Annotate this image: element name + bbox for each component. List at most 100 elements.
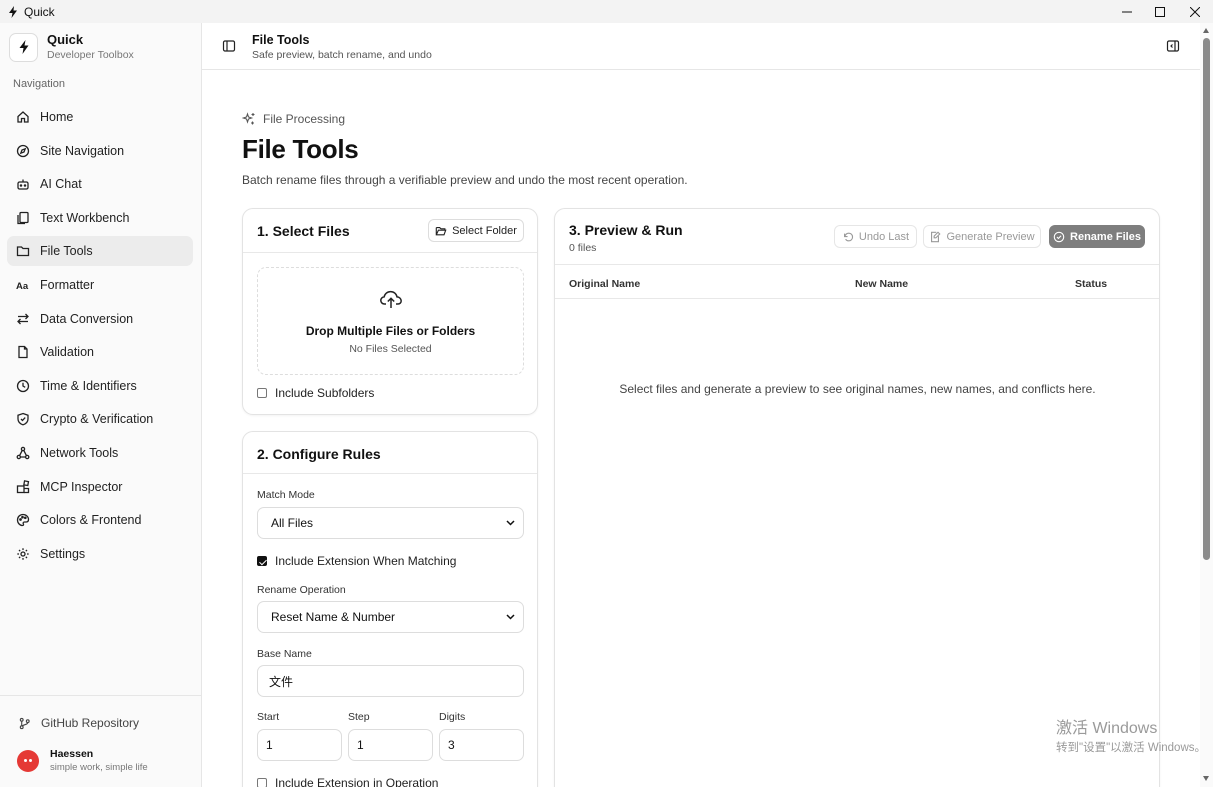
watermark-line-1: 激活 Windows xyxy=(1056,720,1158,737)
sidebar-item-file-tools[interactable]: File Tools xyxy=(7,236,193,267)
sidebar-item-label: File Tools xyxy=(40,244,93,259)
select-files-card: 1. Select Files Select Folder Drop Multi… xyxy=(242,208,538,415)
sidebar-item-time-identifiers[interactable]: Time & Identifiers xyxy=(7,371,193,401)
sidebar-item-text-workbench[interactable]: Text Workbench xyxy=(7,203,193,233)
undo-icon xyxy=(843,232,854,241)
include-extension-matching-checkbox[interactable]: Include Extension When Matching xyxy=(257,554,456,568)
step-value: 1 xyxy=(357,738,364,752)
sidebar-item-label: Site Navigation xyxy=(40,143,125,158)
step-label: Step xyxy=(348,711,370,723)
step-input[interactable]: 1 xyxy=(348,729,433,761)
sidebar-item-label: Settings xyxy=(40,546,86,561)
card-header: 1. Select Files Select Folder xyxy=(243,209,537,253)
checkbox-box[interactable] xyxy=(257,388,267,398)
rename-operation-value: Reset Name & Number xyxy=(271,610,396,624)
checkbox-label: Include Extension in Operation xyxy=(275,776,439,787)
sidebar-item-site-navigation[interactable]: Site Navigation xyxy=(7,136,193,166)
sidebar-item-colors-frontend[interactable]: Colors & Frontend xyxy=(7,505,193,535)
sidebar-item-label: MCP Inspector xyxy=(40,479,123,494)
sidebar-item-label: Formatter xyxy=(40,277,95,292)
minimize-button[interactable] xyxy=(1109,0,1144,23)
github-link[interactable]: GitHub Repository xyxy=(18,716,139,730)
select-folder-button[interactable]: Select Folder xyxy=(428,219,524,242)
configure-rules-card: 2. Configure Rules Match Mode All Files … xyxy=(242,431,538,787)
sidebar-item-home[interactable]: Home xyxy=(7,102,193,132)
bolt-icon xyxy=(9,5,17,18)
sidebar-item-crypto-verification[interactable]: Crypto & Verification xyxy=(7,404,193,434)
undo-last-button[interactable]: Undo Last xyxy=(834,225,917,248)
base-name-input[interactable]: 文件 xyxy=(257,665,524,697)
column-status[interactable]: Status xyxy=(1075,278,1107,290)
user-name: Haessen xyxy=(50,748,94,760)
header-subtitle: Safe preview, batch rename, and undo xyxy=(252,49,432,61)
gear-icon xyxy=(17,548,29,560)
brand[interactable]: Quick Developer Toolbox xyxy=(9,32,134,62)
sidebar-item-settings[interactable]: Settings xyxy=(7,539,193,569)
sidebar-item-label: Text Workbench xyxy=(40,210,130,225)
bolt-icon xyxy=(19,40,28,54)
folder-open-icon xyxy=(435,226,447,235)
palette-icon xyxy=(16,513,30,527)
sidebar-item-ai-chat[interactable]: AI Chat xyxy=(7,169,193,199)
sidebar-item-formatter[interactable]: Aa Formatter xyxy=(7,270,193,300)
chevron-down-icon xyxy=(506,520,515,526)
table-header-divider xyxy=(555,298,1159,299)
sidebar-item-network-tools[interactable]: Network Tools xyxy=(7,438,193,468)
undo-last-label: Undo Last xyxy=(858,230,910,243)
document-check-icon xyxy=(18,346,28,359)
sidebar-item-label: Crypto & Verification xyxy=(40,412,154,427)
document-edit-icon xyxy=(931,230,941,242)
maximize-button[interactable] xyxy=(1142,0,1177,23)
file-dropzone[interactable]: Drop Multiple Files or Folders No Files … xyxy=(257,267,524,375)
rename-operation-label: Rename Operation xyxy=(257,584,346,596)
clock-icon xyxy=(16,379,30,392)
include-subfolders-checkbox[interactable]: Include Subfolders xyxy=(257,386,374,400)
sidebar-item-label: Time & Identifiers xyxy=(40,378,137,393)
bot-icon xyxy=(17,179,29,190)
match-mode-label: Match Mode xyxy=(257,489,315,501)
scroll-down-icon[interactable] xyxy=(1203,776,1209,781)
scroll-up-icon[interactable] xyxy=(1203,28,1209,33)
empty-state: Select files and generate a preview to s… xyxy=(619,382,1096,396)
start-input[interactable]: 1 xyxy=(257,729,342,761)
sidebar-footer: GitHub Repository Haessen simple work, s… xyxy=(0,695,201,773)
generate-preview-label: Generate Preview xyxy=(946,230,1035,243)
avatar xyxy=(17,750,39,772)
scroll-thumb[interactable] xyxy=(1203,38,1210,560)
generate-preview-button[interactable]: Generate Preview xyxy=(923,225,1041,248)
sidebar-item-label: Network Tools xyxy=(40,445,119,460)
brand-subtitle: Developer Toolbox xyxy=(47,49,134,61)
scrollbar[interactable] xyxy=(1200,23,1213,787)
sidebar-item-validation[interactable]: Validation xyxy=(7,337,193,367)
select-folder-label: Select Folder xyxy=(452,224,517,237)
sidebar-item-data-conversion[interactable]: Data Conversion xyxy=(7,304,193,334)
svg-text:Aa: Aa xyxy=(16,281,29,292)
card-title: 3. Preview & Run xyxy=(569,222,683,238)
checkbox-box[interactable] xyxy=(257,778,267,787)
rename-files-button[interactable]: Rename Files xyxy=(1049,225,1145,248)
window-titlebar: Quick xyxy=(0,0,1213,23)
sidebar-item-mcp-inspector[interactable]: MCP Inspector xyxy=(7,472,193,502)
breadcrumb: File Processing xyxy=(242,112,345,126)
panel-toggle-icon[interactable] xyxy=(1166,39,1180,53)
column-new-name[interactable]: New Name xyxy=(855,278,908,290)
digits-value: 3 xyxy=(448,738,455,752)
user-profile[interactable]: Haessen simple work, simple life xyxy=(17,748,148,774)
window-title: Quick xyxy=(24,4,55,19)
page-title: File Tools xyxy=(242,134,359,164)
checkbox-box[interactable] xyxy=(257,556,267,566)
include-extension-operation-checkbox[interactable]: Include Extension in Operation xyxy=(257,776,438,787)
sidebar-toggle-icon[interactable] xyxy=(222,39,236,53)
sidebar-item-label: AI Chat xyxy=(40,177,82,192)
page-header: File Tools Safe preview, batch rename, a… xyxy=(202,23,1200,70)
digits-input[interactable]: 3 xyxy=(439,729,524,761)
blocks-icon xyxy=(16,479,30,493)
match-mode-select[interactable]: All Files xyxy=(257,507,524,539)
file-count: 0 files xyxy=(569,242,597,254)
card-title: 2. Configure Rules xyxy=(257,446,381,462)
card-header: 3. Preview & Run 0 files Undo Last Gener… xyxy=(555,209,1159,265)
rename-operation-select[interactable]: Reset Name & Number xyxy=(257,601,524,633)
close-button[interactable] xyxy=(1177,0,1212,23)
document-copy-icon xyxy=(17,211,29,224)
column-original-name[interactable]: Original Name xyxy=(569,278,640,290)
